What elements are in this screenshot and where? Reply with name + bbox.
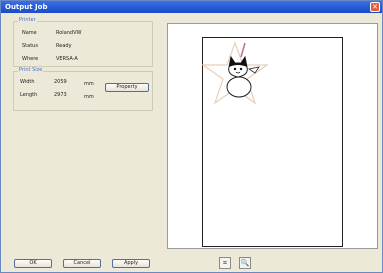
printer-group: Printer Name RolandVW Status Ready Where…: [13, 17, 153, 67]
printer-group-title: Printer: [18, 17, 37, 23]
output-job-dialog: Output Job ✕ Printer Name RolandVW Statu…: [0, 0, 383, 273]
printer-name-value: RolandVW: [56, 30, 82, 36]
cat-body: [226, 76, 252, 98]
print-size-group-title: Print Size: [18, 67, 44, 73]
close-icon[interactable]: ✕: [370, 2, 380, 12]
print-size-group: Print Size Width 2059 mm Length 2973 mm …: [13, 67, 153, 111]
window-title: Output Job: [5, 3, 48, 11]
property-button[interactable]: Property: [105, 83, 149, 92]
printer-where-label: Where: [22, 56, 39, 62]
cat-eye-right: [239, 67, 243, 71]
length-value: 2973: [54, 92, 67, 98]
width-value: 2059: [54, 79, 67, 85]
preview-artwork: [201, 41, 269, 105]
leash-line: [240, 42, 246, 58]
length-label: Length: [20, 92, 38, 98]
apply-button[interactable]: Apply: [112, 259, 150, 268]
printer-where-value: VERSA-A: [56, 56, 78, 62]
printer-name-label: Name: [22, 30, 37, 36]
cancel-button[interactable]: Cancel: [63, 259, 101, 268]
zoom-icon[interactable]: 🔍: [239, 257, 251, 269]
length-unit: mm: [84, 94, 94, 100]
ok-button[interactable]: OK: [14, 259, 52, 268]
printer-status-value: Ready: [56, 43, 72, 49]
fit-page-icon[interactable]: ⌗: [219, 257, 231, 269]
width-unit: mm: [84, 81, 94, 87]
width-label: Width: [20, 79, 35, 85]
title-bar[interactable]: Output Job ✕: [1, 1, 382, 13]
printer-status-label: Status: [22, 43, 38, 49]
cat-eye-left: [233, 67, 237, 71]
